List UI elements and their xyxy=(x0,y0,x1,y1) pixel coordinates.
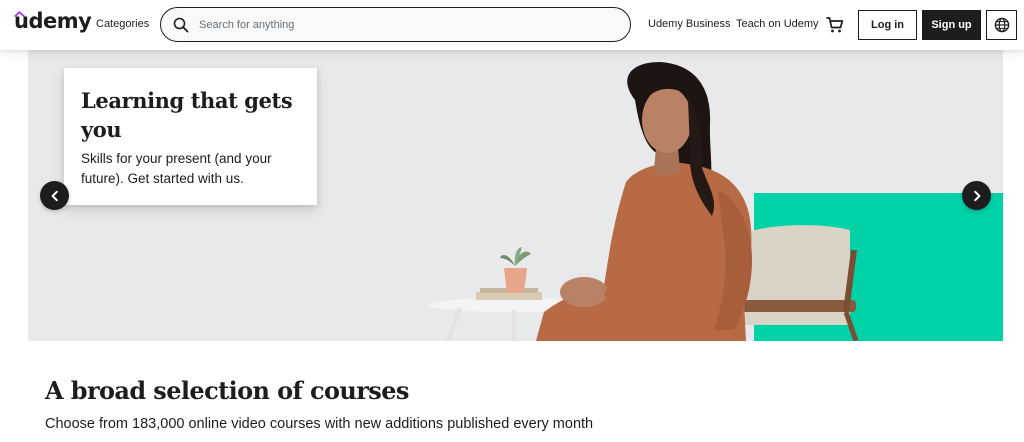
signup-button[interactable]: Sign up xyxy=(922,10,981,40)
carousel-prev-button[interactable] xyxy=(40,181,69,210)
hero-subtitle: Skills for your present (and your future… xyxy=(81,151,272,186)
login-button[interactable]: Log in xyxy=(858,10,917,40)
search-icon[interactable] xyxy=(173,17,189,33)
language-button[interactable] xyxy=(986,10,1017,40)
teach-on-udemy-link[interactable]: Teach on Udemy xyxy=(736,18,819,30)
search-bar[interactable] xyxy=(160,7,631,42)
hero-card: Learning that gets you Skills for your p… xyxy=(64,68,317,205)
carousel-next-button[interactable] xyxy=(962,181,991,210)
search-input[interactable] xyxy=(199,18,599,31)
udemy-business-link[interactable]: Udemy Business xyxy=(648,18,731,30)
hero-title: Learning that gets you xyxy=(81,88,293,142)
chevron-left-icon xyxy=(51,190,58,201)
categories-menu[interactable]: Categories xyxy=(96,18,149,30)
cart-icon[interactable] xyxy=(826,16,844,34)
udemy-logo[interactable]: udemy xyxy=(14,9,92,33)
section-title: A broad selection of courses xyxy=(45,376,409,405)
chevron-right-icon xyxy=(973,190,980,201)
globe-icon xyxy=(994,17,1009,33)
section-subtitle: Choose from 183,000 online video courses… xyxy=(45,416,594,432)
top-header: udemy Categories Udemy Business Teach on… xyxy=(0,0,1024,50)
